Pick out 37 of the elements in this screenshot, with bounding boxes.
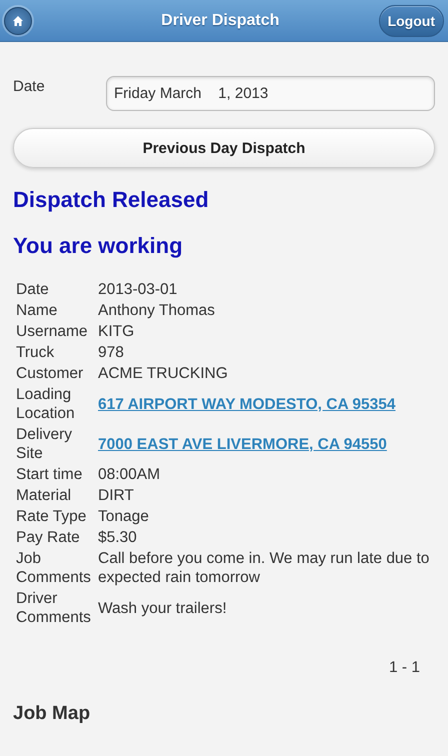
detail-label: Start time — [16, 465, 82, 484]
detail-value: Anthony Thomas — [98, 301, 215, 320]
detail-value: 2013-03-01 — [98, 280, 178, 299]
detail-label: Customer — [16, 364, 84, 383]
pagination-text: 1 - 1 — [388, 659, 420, 676]
date-field[interactable]: Friday March 1, 2013 — [106, 76, 435, 111]
status-heading: You are working — [13, 233, 184, 259]
detail-label: Pay Rate — [16, 528, 80, 547]
section-title: Job Map — [13, 703, 92, 725]
address-link[interactable]: 7000 EAST AVE LIVERMORE, CA 94550 — [98, 436, 387, 452]
detail-label: Driver Comments — [16, 589, 92, 627]
detail-value: ACME TRUCKING — [98, 364, 228, 383]
page-title: Driver Dispatch — [160, 12, 280, 30]
detail-label: Rate Type — [16, 507, 86, 526]
field-label: Date — [13, 77, 46, 95]
detail-value: $5.30 — [98, 528, 137, 547]
detail-value: KITG — [98, 322, 134, 341]
detail-value: Wash your trailers! — [98, 598, 227, 618]
detail-label: Name — [16, 301, 58, 320]
detail-label: Job Comments — [16, 549, 92, 587]
detail-value: Call before you come in. We may run late due to expected rain tomorrow — [98, 549, 430, 587]
detail-label: Delivery Site — [16, 425, 73, 463]
detail-label: Truck — [16, 343, 54, 362]
home-button[interactable] — [4, 6, 32, 34]
detail-value: DIRT — [98, 486, 134, 505]
detail-value: 08:00AM — [98, 465, 160, 484]
home-icon — [12, 14, 24, 26]
detail-value: Tonage — [98, 507, 149, 526]
detail-label: Material — [16, 486, 72, 505]
status-heading: Dispatch Released — [13, 187, 210, 213]
detail-label: Username — [16, 322, 88, 341]
detail-label: Date — [16, 280, 49, 299]
previous-day-button[interactable]: Previous Day Dispatch — [13, 128, 435, 168]
logout-button[interactable]: Logout — [378, 4, 444, 36]
address-link[interactable]: 617 AIRPORT WAY MODESTO, CA 95354 — [98, 396, 396, 412]
detail-label: Loading Location — [16, 385, 76, 423]
detail-value: 978 — [98, 343, 124, 362]
